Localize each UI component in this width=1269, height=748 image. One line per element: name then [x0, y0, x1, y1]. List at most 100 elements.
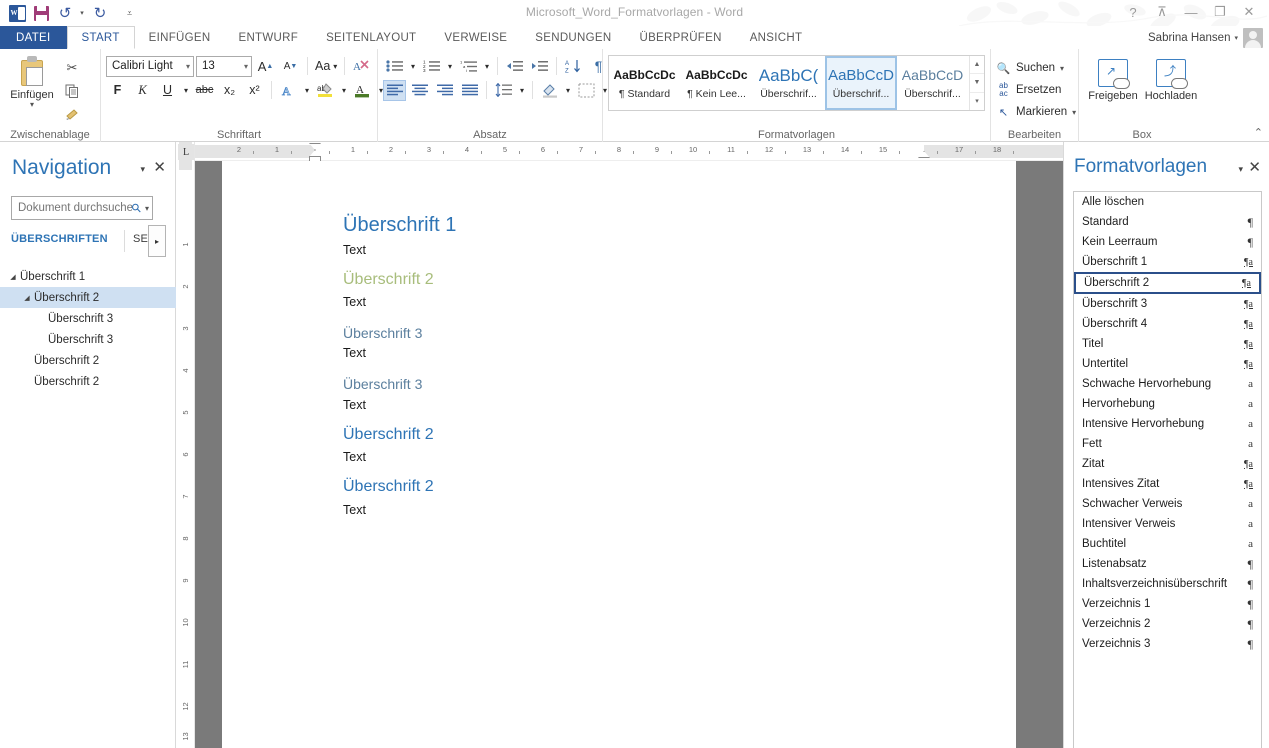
doc-text-1[interactable]: Text	[343, 243, 366, 257]
select-button[interactable]: ↖ Markieren ▾	[996, 101, 1076, 123]
navigation-tabs-scroll-right-icon[interactable]: ▸	[148, 225, 166, 257]
avatar[interactable]	[1243, 28, 1263, 48]
find-button[interactable]: 🔍 Suchen ▾	[996, 57, 1064, 79]
style-item-kein-leerraum[interactable]: Kein Leerraum ¶	[1074, 232, 1261, 252]
shading-chevron-down-icon[interactable]: ▾	[563, 79, 573, 101]
italic-icon[interactable]: K	[131, 79, 154, 101]
underline-icon[interactable]: U	[156, 79, 179, 101]
align-center-icon[interactable]	[408, 80, 431, 101]
sort-icon[interactable]: AZ	[562, 55, 585, 77]
navigation-heading-5[interactable]: Überschrift 2	[0, 350, 176, 371]
align-left-icon[interactable]	[383, 80, 406, 101]
multilevel-list-icon[interactable]: 1ai	[457, 55, 480, 77]
style-item-untertitel[interactable]: Untertitel ¶a	[1074, 354, 1261, 374]
borders-icon[interactable]	[575, 79, 598, 101]
font-size-chevron-down-icon[interactable]: ▾	[238, 62, 248, 71]
doc-text-4[interactable]: Text	[343, 398, 366, 412]
style-gallery-item-standard[interactable]: AaBbCcDc ¶ Standard	[609, 56, 681, 110]
style-item-listenabsatz[interactable]: Listenabsatz ¶	[1074, 554, 1261, 574]
navigation-heading-6[interactable]: Überschrift 2	[0, 371, 176, 392]
user-account-area[interactable]: Sabrina Hansen ▾	[1148, 26, 1263, 49]
navigation-heading-4[interactable]: Überschrift 3	[0, 329, 176, 350]
copy-icon[interactable]	[61, 81, 83, 101]
font-size-combobox[interactable]: 13 ▾	[196, 56, 252, 77]
bullets-chevron-down-icon[interactable]: ▾	[408, 55, 418, 77]
user-menu-chevron-icon[interactable]: ▾	[1234, 34, 1238, 42]
restore-icon[interactable]: ❐	[1206, 2, 1234, 22]
ribbon-display-options-icon[interactable]: ⊼	[1148, 2, 1176, 22]
styles-pane-menu-icon[interactable]: ▾	[1238, 164, 1243, 175]
style-item-ueberschrift-4[interactable]: Überschrift 4 ¶a	[1074, 314, 1261, 334]
strikethrough-icon[interactable]: abc	[193, 79, 216, 101]
horizontal-ruler[interactable]: 2 1 1 2 3 4 5 6 7 8 9 10 11 12 13 14 15 …	[195, 142, 1063, 161]
navigation-heading-1[interactable]: ◢ Überschrift 1	[0, 266, 176, 287]
navigation-pane-menu-icon[interactable]: ▾	[140, 164, 145, 175]
navigation-pane-close-icon[interactable]: ✕	[153, 158, 166, 176]
doc-heading-2[interactable]: Überschrift 2	[343, 271, 434, 289]
font-name-chevron-down-icon[interactable]: ▾	[180, 62, 190, 71]
align-justify-icon[interactable]	[458, 80, 481, 101]
numbering-chevron-down-icon[interactable]: ▾	[445, 55, 455, 77]
select-chevron-down-icon[interactable]: ▾	[1072, 108, 1076, 117]
align-right-icon[interactable]	[433, 80, 456, 101]
paste-button[interactable]: Einfügen ▾	[5, 54, 59, 109]
document-page[interactable]: Überschrift 1 Text Überschrift 2 Text Üb…	[222, 161, 1016, 748]
shading-icon[interactable]	[538, 79, 561, 101]
shrink-font-icon[interactable]: A▼	[279, 55, 302, 77]
tab-entwurf[interactable]: ENTWURF	[224, 26, 312, 49]
bullets-icon[interactable]	[383, 55, 406, 77]
doc-heading-5[interactable]: Überschrift 2	[343, 426, 434, 444]
line-spacing-chevron-down-icon[interactable]: ▾	[517, 79, 527, 101]
style-item-intensive-hervorhebung[interactable]: Intensive Hervorhebung a	[1074, 414, 1261, 434]
vertical-ruler[interactable]: 1 2 3 4 5 6 7 8 9 10 11 12 13	[176, 142, 195, 748]
doc-text-5[interactable]: Text	[343, 450, 366, 464]
tab-datei[interactable]: DATEI	[0, 26, 67, 49]
expand-twisty-icon[interactable]: ◢	[20, 294, 34, 302]
style-item-intensiver-verweis[interactable]: Intensiver Verweis a	[1074, 514, 1261, 534]
navigation-heading-3[interactable]: Überschrift 3	[0, 308, 176, 329]
style-item-buchtitel[interactable]: Buchtitel a	[1074, 534, 1261, 554]
text-effects-chevron-down-icon[interactable]: ▾	[302, 79, 312, 101]
paste-chevron-down-icon[interactable]: ▾	[30, 101, 34, 109]
tab-ueberschriften[interactable]: ÜBERSCHRIFTEN	[11, 233, 108, 245]
navigation-heading-2[interactable]: ◢ Überschrift 2	[0, 287, 176, 308]
numbering-icon[interactable]: 123	[420, 55, 443, 77]
document-canvas[interactable]: Überschrift 1 Text Überschrift 2 Text Üb…	[195, 161, 1063, 748]
decrease-indent-icon[interactable]	[503, 55, 526, 77]
gallery-more-icon[interactable]: ▾	[970, 93, 984, 110]
format-painter-icon[interactable]	[61, 104, 83, 124]
style-item-intensives-zitat[interactable]: Intensives Zitat ¶a	[1074, 474, 1261, 494]
box-share-button[interactable]: ↗ Freigeben	[1084, 56, 1142, 102]
minimize-icon[interactable]: —	[1177, 2, 1205, 22]
doc-heading-1[interactable]: Überschrift 1	[343, 214, 456, 237]
superscript-icon[interactable]: x²	[243, 79, 266, 101]
style-gallery-item-kein-leerraum[interactable]: AaBbCcDc ¶ Kein Lee...	[681, 56, 753, 110]
search-input[interactable]	[18, 202, 132, 214]
doc-heading-6[interactable]: Überschrift 2	[343, 478, 434, 496]
style-item-standard[interactable]: Standard ¶	[1074, 212, 1261, 232]
style-item-ueberschrift-3[interactable]: Überschrift 3 ¶a	[1074, 294, 1261, 314]
search-input-wrapper[interactable]: ⚲ ▾	[11, 196, 153, 220]
style-item-verzeichnis-1[interactable]: Verzeichnis 1 ¶	[1074, 594, 1261, 614]
font-color-icon[interactable]: A	[351, 79, 374, 101]
style-item-alle-loeschen[interactable]: Alle löschen	[1074, 192, 1261, 212]
style-item-titel[interactable]: Titel ¶a	[1074, 334, 1261, 354]
tab-ueberpruefen[interactable]: ÜBERPRÜFEN	[625, 26, 735, 49]
help-icon[interactable]: ?	[1119, 2, 1147, 22]
grow-font-icon[interactable]: A▲	[254, 55, 277, 77]
doc-text-3[interactable]: Text	[343, 346, 366, 360]
style-item-hervorhebung[interactable]: Hervorhebung a	[1074, 394, 1261, 414]
tab-sendungen[interactable]: SENDUNGEN	[521, 26, 625, 49]
tab-einfuegen[interactable]: EINFÜGEN	[135, 26, 225, 49]
style-item-ueberschrift-2[interactable]: Überschrift 2 ¶a	[1074, 272, 1261, 294]
replace-button[interactable]: abac Ersetzen	[996, 79, 1061, 101]
highlight-chevron-down-icon[interactable]: ▾	[339, 79, 349, 101]
tab-ansicht[interactable]: ANSICHT	[736, 26, 817, 49]
style-item-schwache-hervorhebung[interactable]: Schwache Hervorhebung a	[1074, 374, 1261, 394]
style-item-verzeichnis-2[interactable]: Verzeichnis 2 ¶	[1074, 614, 1261, 634]
increase-indent-icon[interactable]	[528, 55, 551, 77]
clear-formatting-icon[interactable]: A	[350, 55, 373, 77]
style-item-schwacher-verweis[interactable]: Schwacher Verweis a	[1074, 494, 1261, 514]
underline-chevron-down-icon[interactable]: ▾	[181, 79, 191, 101]
box-upload-button[interactable]: ⤴ Hochladen	[1142, 56, 1200, 102]
